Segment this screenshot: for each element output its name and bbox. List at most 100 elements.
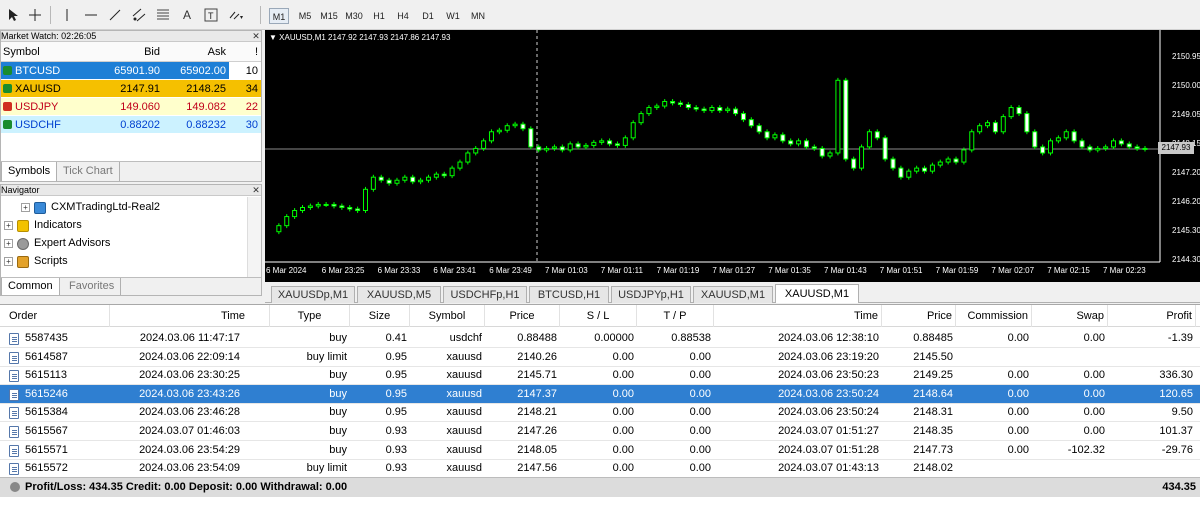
column-header-price[interactable]: Price [882,305,956,327]
column-header-time[interactable]: Time [110,305,270,327]
table-row[interactable]: 5615246 2024.03.06 23:43:26 buy 0.95 xauusd 2… [0,384,1200,404]
bid-cell: 0.88202 [120,119,160,131]
column-header-symbol[interactable]: Symbol [410,305,485,327]
tab-tick-chart[interactable]: Tick Chart [57,162,120,181]
candle-body [882,137,888,160]
cursor-icon[interactable] [2,5,24,25]
table-cell: 0.00 [612,443,634,456]
expand-icon[interactable]: + [4,257,13,266]
chart-menu-icon[interactable]: ▼ [269,33,277,42]
column-header-commission[interactable]: Commission [956,305,1032,327]
table-row[interactable]: 5615572 2024.03.06 23:54:09 buy limit 0.93 x… [0,459,1200,479]
chart-tab-active[interactable]: XAUUSD,M1 [775,284,859,303]
table-cell: 2024.03.07 01:51:27 [778,425,879,437]
column-header-price[interactable]: Price [485,305,560,327]
table-row[interactable]: 5615113 2024.03.06 23:30:25 buy 0.95 xauusd 2… [0,366,1200,386]
table-row[interactable]: 5615571 2024.03.06 23:54:29 buy 0.93 xauusd 2… [0,441,1200,460]
table-cell: 2024.03.06 23:50:24 [778,406,879,419]
equidistant-channel-icon[interactable] [128,5,150,25]
candle-body [418,179,424,183]
chart-tab[interactable]: BTCUSD,H1 [529,286,609,303]
vertical-line-icon[interactable] [56,5,78,25]
table-cell: 336.30 [1159,369,1193,382]
fibonacci-icon[interactable] [152,5,174,25]
timeframe-h1-button[interactable]: H1 [369,8,389,24]
symbol-cell: XAUUSD [1,80,97,97]
column-header-order[interactable]: Order [0,305,110,327]
candle-body [1008,107,1014,118]
crosshair-icon[interactable] [24,5,46,25]
timeframe-m1-button[interactable]: M1 [269,8,289,24]
candle-body [906,170,912,178]
column-header-type[interactable]: Type [270,305,350,327]
text-icon[interactable]: A [176,5,198,25]
navigator-item-indicators[interactable]: + Indicators [4,217,82,234]
column-header-spread[interactable]: ! [229,42,261,61]
navigator-item-account[interactable]: + CXMTradingLtd-Real2 [21,199,160,216]
arrows-icon[interactable] [226,5,248,25]
navigator-item-scripts[interactable]: + Scripts [4,253,68,270]
tab-common[interactable]: Common [1,278,60,295]
column-header-ask[interactable]: Ask [163,42,229,61]
price-axis-label: 2145.30 [1172,226,1200,235]
navigator-item-expert-advisors[interactable]: + Expert Advisors [4,235,110,252]
tab-symbols[interactable]: Symbols [1,162,58,181]
table-cell: 0.00 [1083,425,1105,437]
table-cell: 0.00 [1007,369,1029,382]
close-icon[interactable]: ✕ [251,185,261,195]
column-header-bid[interactable]: Bid [97,42,163,61]
horizontal-line-icon[interactable] [80,5,102,25]
table-cell: 0.93 [385,425,407,437]
table-cell: 5615572 [25,462,68,475]
timeframe-mn-button[interactable]: MN [467,8,489,24]
candle-body [607,140,613,145]
column-header-t-p[interactable]: T / P [637,305,714,327]
candle-body [748,119,754,127]
market-watch-row-btcusd[interactable]: BTCUSD 65901.90 65902.00 10 [1,62,261,80]
table-row[interactable]: 5615567 2024.03.07 01:46:03 buy 0.93 xauusd 2… [0,422,1200,441]
tab-favorites[interactable]: Favorites [63,278,122,295]
column-header-s-l[interactable]: S / L [560,305,637,327]
timeframe-m30-button[interactable]: M30 [343,8,365,24]
candle-body [874,131,880,139]
chart-tab[interactable]: USDCHFp,H1 [443,286,527,303]
expert-advisors-icon [17,237,29,250]
candle-body [654,105,660,109]
column-header-size[interactable]: Size [350,305,410,327]
table-row[interactable]: 5587435 2024.03.06 11:47:17 buy 0.41 usdchf 0… [0,329,1200,348]
candle-body [803,140,809,148]
timeframe-m5-button[interactable]: M5 [295,8,315,24]
trendline-icon[interactable] [104,5,126,25]
table-cell: 0.41 [385,332,407,344]
table-cell: 2024.03.06 12:38:10 [778,332,879,344]
timeframe-h4-button[interactable]: H4 [393,8,413,24]
chart-tab[interactable]: XAUUSD,M1 [693,286,773,303]
market-watch-row-usdchf[interactable]: USDCHF 0.88202 0.88232 30 [1,116,261,134]
market-watch-row-usdjpy[interactable]: USDJPY 149.060 149.082 22 [1,98,261,116]
table-row[interactable]: 5614587 2024.03.06 22:09:14 buy limit 0.95 x… [0,348,1200,367]
market-watch-row-xauusd[interactable]: XAUUSD 2147.91 2148.25 34 [1,80,261,98]
navigator-scrollbar[interactable] [247,197,261,278]
price-chart[interactable]: ▼ XAUUSD,M1 2147.92 2147.93 2147.86 2147… [265,30,1200,282]
chart-tab[interactable]: USDJPYp,H1 [611,286,691,303]
column-header-profit[interactable]: Profit [1108,305,1196,327]
close-icon[interactable]: ✕ [251,31,261,41]
column-header-symbol[interactable]: Symbol [1,42,97,61]
timeframe-d1-button[interactable]: D1 [418,8,438,24]
expand-icon[interactable]: + [21,203,30,212]
text-label-icon[interactable]: T [200,5,222,25]
column-header-time[interactable]: Time [714,305,882,327]
table-row[interactable]: 5615384 2024.03.06 23:46:28 buy 0.95 xauusd 2… [0,403,1200,423]
table-cell: usdchf [449,332,482,344]
table-cell: buy [329,406,347,419]
spread-cell: 22 [245,101,258,113]
expand-icon[interactable]: + [4,221,13,230]
chart-tab[interactable]: XAUUSDp,M1 [271,286,355,303]
expand-icon[interactable]: + [4,239,13,248]
chart-tab[interactable]: XAUUSD,M5 [357,286,441,303]
timeframe-w1-button[interactable]: W1 [443,8,463,24]
candle-body [284,216,290,227]
column-header-swap[interactable]: Swap [1032,305,1108,327]
navigator-title: Navigator [1,185,40,195]
timeframe-m15-button[interactable]: M15 [318,8,340,24]
